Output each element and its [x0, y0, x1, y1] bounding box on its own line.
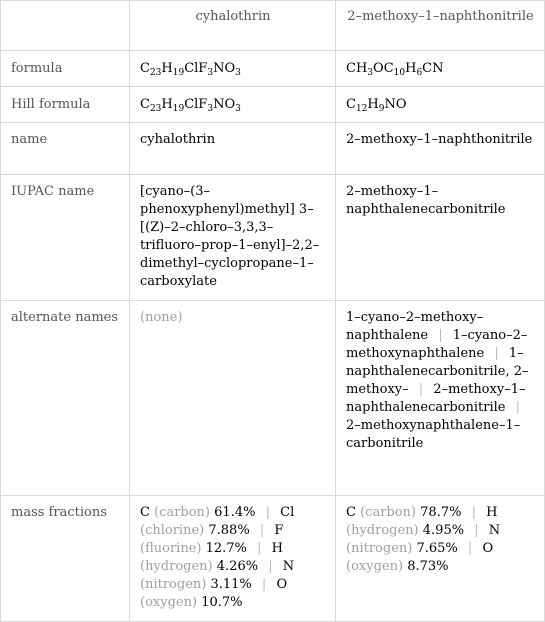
formula-subscript: 23: [149, 68, 162, 78]
comparison-table: cyhalothrin 2–methoxy–1–naphthonitrile f…: [0, 0, 545, 622]
element-name: (carbon): [154, 505, 211, 520]
element-name: (nitrogen): [140, 577, 207, 592]
row-label-mass-fractions: mass fractions: [0, 495, 130, 622]
separator: |: [265, 505, 270, 520]
separator: |: [474, 523, 479, 538]
alternate-names-methoxynaphthonitrile: 1–cyano–2–methoxy–naphthalene | 1–cyano–…: [335, 300, 545, 496]
mass-fraction-value: 10.7%: [201, 595, 243, 610]
separator: |: [438, 328, 443, 343]
row-formula: formula C23H19ClF3NO3 CH3OC10H6CN: [0, 50, 545, 87]
formula-subscript: 3: [367, 68, 374, 78]
separator: |: [418, 382, 424, 397]
formula-cyhalothrin: C23H19ClF3NO3: [129, 50, 336, 87]
iupac-name-methoxynaphthonitrile: 2–methoxy–1–naphthalenecarbonitrile: [335, 174, 545, 301]
separator: |: [259, 523, 265, 538]
mass-fraction-value: 7.65%: [416, 541, 458, 556]
separator: |: [261, 577, 267, 592]
element-symbol: C: [140, 505, 150, 520]
formula-subscript: 3: [207, 68, 214, 78]
element-symbol: C: [346, 505, 356, 520]
formula-subscript: 12: [355, 104, 368, 114]
header-row: cyhalothrin 2–methoxy–1–naphthonitrile: [0, 0, 545, 51]
element-symbol: H: [271, 541, 283, 556]
mass-fraction-value: 4.26%: [216, 559, 259, 574]
formula-subscript: 6: [416, 68, 423, 78]
separator: |: [268, 559, 273, 574]
separator: |: [471, 505, 476, 520]
row-alternate-names: alternate names (none) 1–cyano–2–methoxy…: [0, 300, 545, 496]
separator: |: [515, 400, 520, 415]
header-empty: [0, 0, 130, 51]
element-symbol: O: [276, 577, 288, 592]
element-name: (hydrogen): [140, 559, 213, 574]
row-hill-formula: Hill formula C23H19ClF3NO3 C12H9NO: [0, 86, 545, 123]
element-symbol: Cl: [280, 505, 295, 520]
formula-subscript: 10: [393, 68, 406, 78]
hill-formula-cyhalothrin: C23H19ClF3NO3: [129, 86, 336, 123]
element-name: (carbon): [360, 505, 417, 520]
formula-subscript: 3: [207, 104, 214, 114]
alternate-names-cyhalothrin: (none): [129, 300, 336, 496]
formula-subscript: 9: [378, 104, 385, 114]
row-label-hill-formula: Hill formula: [0, 86, 130, 123]
alternate-name: 2–methoxynaphthalene–1–carbonitrile: [346, 418, 521, 451]
element-symbol: N: [282, 559, 295, 574]
hill-formula-methoxynaphthonitrile: C12H9NO: [335, 86, 545, 123]
mass-fraction-value: 8.73%: [407, 559, 449, 574]
mass-fraction-value: 61.4%: [214, 505, 256, 520]
formula-subscript: 3: [235, 104, 241, 114]
row-label-formula: formula: [0, 50, 130, 87]
formula-subscript: 19: [172, 68, 185, 78]
separator: |: [257, 541, 262, 556]
element-name: (hydrogen): [346, 523, 419, 538]
element-name: (chlorine): [140, 523, 205, 538]
mass-fractions-methoxynaphthonitrile: C (carbon) 78.7% | H (hydrogen) 4.95% | …: [335, 495, 545, 622]
name-methoxynaphthonitrile: 2–methoxy–1–naphthonitrile: [335, 122, 545, 175]
separator: |: [494, 346, 499, 361]
element-symbol: F: [274, 523, 284, 538]
header-cyhalothrin: cyhalothrin: [129, 0, 336, 51]
formula-methoxynaphthonitrile: CH3OC10H6CN: [335, 50, 545, 87]
element-symbol: H: [486, 505, 498, 520]
element-symbol: O: [482, 541, 494, 556]
separator: |: [467, 541, 473, 556]
element-name: (oxygen): [140, 595, 198, 610]
row-label-name: name: [0, 122, 130, 175]
formula-subscript: 19: [172, 104, 185, 114]
mass-fraction-value: 4.95%: [422, 523, 465, 538]
row-mass-fractions: mass fractions C (carbon) 61.4% | Cl (ch…: [0, 495, 545, 622]
name-cyhalothrin: cyhalothrin: [129, 122, 336, 175]
element-name: (oxygen): [346, 559, 404, 574]
header-methoxynaphthonitrile: 2–methoxy–1–naphthonitrile: [335, 0, 545, 51]
mass-fraction-value: 7.88%: [208, 523, 250, 538]
formula-subscript: 3: [235, 68, 241, 78]
formula-subscript: 23: [149, 104, 162, 114]
row-iupac-name: IUPAC name [cyano–(3–phenoxyphenyl)methy…: [0, 174, 545, 301]
mass-fraction-value: 78.7%: [420, 505, 462, 520]
mass-fraction-value: 3.11%: [210, 577, 252, 592]
row-label-iupac-name: IUPAC name: [0, 174, 130, 301]
row-name: name cyhalothrin 2–methoxy–1–naphthonitr…: [0, 122, 545, 175]
element-name: (fluorine): [140, 541, 202, 556]
mass-fractions-cyhalothrin: C (carbon) 61.4% | Cl (chlorine) 7.88% |…: [129, 495, 336, 622]
row-label-alternate-names: alternate names: [0, 300, 130, 496]
element-symbol: N: [488, 523, 501, 538]
mass-fraction-value: 12.7%: [205, 541, 247, 556]
element-name: (nitrogen): [346, 541, 413, 556]
iupac-name-cyhalothrin: [cyano–(3–phenoxyphenyl)methyl] 3–[(Z)–2…: [129, 174, 336, 301]
